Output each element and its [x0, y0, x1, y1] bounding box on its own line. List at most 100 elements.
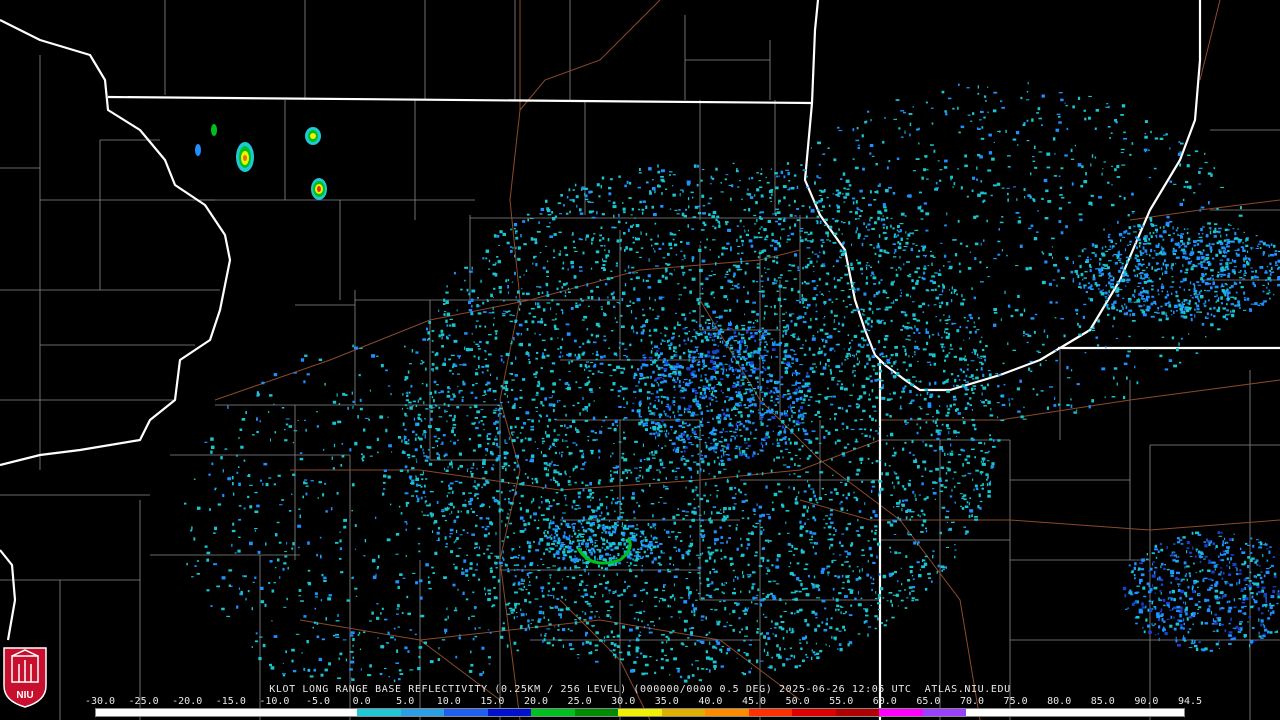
radar-echo: [775, 381, 779, 384]
radar-echo: [694, 414, 699, 416]
radar-echo: [882, 597, 885, 599]
radar-echo: [701, 424, 704, 427]
radar-echo: [789, 473, 791, 476]
radar-echo: [793, 473, 796, 475]
radar-echo: [939, 269, 941, 272]
radar-echo: [757, 232, 760, 234]
radar-echo: [783, 196, 786, 200]
radar-echo: [551, 395, 553, 398]
radar-echo: [842, 242, 845, 245]
radar-echo: [804, 432, 809, 436]
radar-echo: [665, 635, 669, 638]
radar-echo: [731, 408, 733, 412]
radar-echo: [909, 389, 912, 394]
radar-echo: [691, 610, 693, 613]
radar-echo: [866, 573, 870, 577]
radar-echo: [658, 444, 660, 447]
radar-echo: [511, 439, 516, 443]
radar-echo: [603, 245, 606, 247]
radar-echo: [836, 383, 839, 386]
radar-echo: [652, 523, 657, 526]
radar-echo: [520, 288, 523, 290]
radar-echo: [1125, 305, 1128, 310]
radar-echo: [711, 225, 715, 227]
radar-echo: [815, 366, 817, 369]
radar-echo: [729, 486, 733, 491]
radar-echo: [790, 631, 794, 634]
radar-echo: [698, 407, 702, 410]
radar-echo: [673, 349, 676, 353]
radar-echo: [744, 229, 746, 233]
radar-echo: [817, 393, 822, 396]
radar-echo: [738, 392, 740, 396]
radar-echo: [758, 338, 762, 341]
radar-echo: [736, 238, 738, 242]
radar-echo: [900, 267, 902, 271]
radar-echo: [621, 325, 625, 328]
radar-echo: [578, 589, 580, 591]
radar-echo: [547, 530, 549, 534]
radar-echo: [779, 598, 782, 602]
radar-echo: [737, 353, 742, 355]
radar-echo: [693, 374, 697, 378]
radar-echo: [636, 297, 641, 302]
radar-echo: [563, 586, 568, 590]
radar-echo: [602, 237, 605, 240]
radar-echo: [560, 608, 564, 612]
radar-echo: [704, 374, 707, 376]
radar-echo: [721, 340, 724, 344]
radar-echo: [524, 565, 526, 568]
radar-echo: [705, 338, 710, 342]
radar-echo: [583, 619, 587, 621]
radar-echo: [762, 397, 764, 401]
radar-echo: [697, 301, 701, 305]
radar-echo: [785, 280, 789, 282]
radar-echo: [548, 418, 552, 422]
radar-echo: [694, 390, 697, 392]
radar-echo: [772, 596, 777, 600]
radar-echo: [697, 505, 700, 508]
radar-echo: [701, 668, 705, 670]
radar-echo: [459, 534, 463, 536]
radar-echo: [596, 438, 598, 441]
radar-echo: [540, 450, 542, 454]
radar-echo: [834, 350, 836, 352]
radar-echo: [404, 412, 407, 416]
radar-echo: [796, 562, 800, 565]
radar-echo: [492, 496, 495, 499]
radar-echo: [470, 473, 474, 477]
radar-echo: [574, 565, 577, 569]
radar-echo: [549, 479, 552, 481]
radar-echo: [892, 594, 897, 596]
radar-echo: [623, 542, 626, 546]
radar-echo: [502, 232, 506, 236]
radar-echo: [766, 255, 771, 257]
radar-echo: [788, 566, 791, 568]
radar-echo: [844, 482, 848, 486]
radar-echo: [536, 231, 541, 233]
radar-echo: [420, 360, 423, 362]
radar-echo: [589, 641, 592, 645]
radar-echo: [649, 296, 651, 300]
radar-echo: [682, 351, 686, 355]
radar-echo: [486, 548, 489, 551]
radar-echo: [797, 269, 800, 271]
radar-echo: [622, 202, 624, 204]
radar-echo: [775, 356, 779, 358]
radar-echo: [717, 345, 719, 347]
radar-echo: [815, 617, 818, 619]
radar-echo: [853, 364, 856, 368]
radar-echo: [716, 538, 719, 541]
radar-echo: [543, 308, 546, 312]
radar-echo: [736, 355, 741, 358]
radar-echo: [747, 563, 750, 566]
radar-echo: [811, 656, 813, 660]
radar-echo: [871, 365, 876, 368]
radar-echo: [762, 613, 765, 616]
radar-echo: [543, 616, 545, 619]
radar-echo: [451, 465, 453, 469]
radar-echo: [489, 388, 492, 389]
radar-echo: [744, 313, 746, 316]
radar-echo: [842, 455, 846, 457]
radar-echo: [424, 433, 426, 436]
